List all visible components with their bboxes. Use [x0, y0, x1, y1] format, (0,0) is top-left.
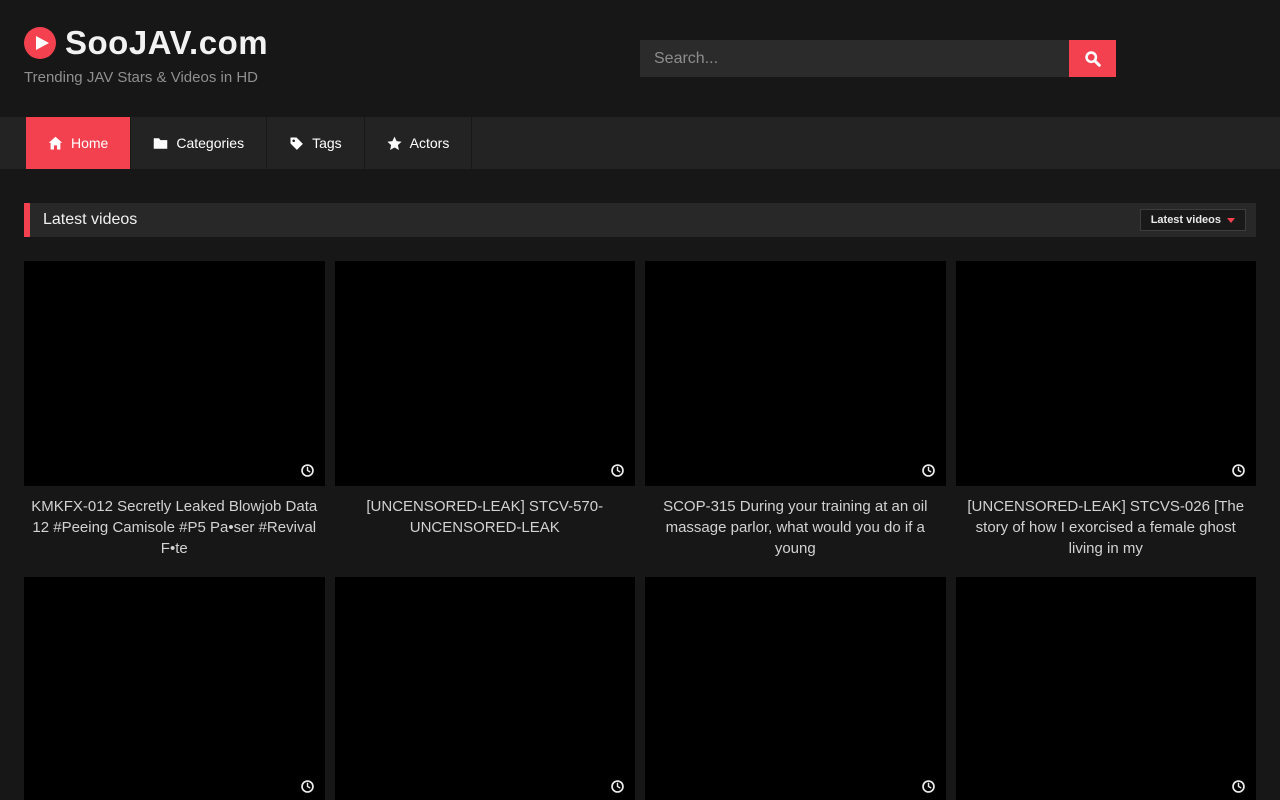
- clock-icon: [611, 780, 624, 793]
- video-title[interactable]: SCOP-315 During your training at an oil …: [645, 486, 946, 559]
- site-header: SooJAV.com Trending JAV Stars & Videos i…: [0, 0, 1280, 117]
- video-card[interactable]: [UNCENSORED-LEAK] MXGS-1296 Absolutely: [335, 577, 636, 800]
- star-icon: [387, 136, 402, 151]
- video-card[interactable]: SCOP-315 During your training at an oil …: [645, 261, 946, 559]
- clock-icon: [1232, 780, 1245, 793]
- video-card[interactable]: URSM-186 Girl @ Era Alice: [956, 577, 1257, 800]
- brand: SooJAV.com Trending JAV Stars & Videos i…: [24, 24, 268, 86]
- clock-icon: [301, 464, 314, 477]
- video-thumbnail[interactable]: [24, 261, 325, 486]
- brand-logo-link[interactable]: SooJAV.com: [24, 24, 268, 62]
- nav-item-label: Home: [71, 135, 108, 151]
- chevron-down-icon: [1227, 218, 1235, 223]
- video-thumbnail[interactable]: [335, 261, 636, 486]
- tag-icon: [289, 136, 304, 151]
- clock-icon: [922, 780, 935, 793]
- play-circle-icon: [24, 27, 56, 59]
- video-card[interactable]: [UNCENSORED-LEAK] STCVS-026 [The story o…: [956, 261, 1257, 559]
- nav-item-actors[interactable]: Actors: [365, 117, 473, 169]
- nav-item-label: Actors: [410, 135, 450, 151]
- search-input[interactable]: [640, 40, 1069, 77]
- video-thumbnail[interactable]: [24, 577, 325, 800]
- video-thumbnail[interactable]: [956, 577, 1257, 800]
- nav-item-label: Tags: [312, 135, 342, 151]
- video-card[interactable]: [UNCENSORED-LEAK] STCV-570-UNCENSORED-LE…: [335, 261, 636, 559]
- home-icon: [48, 136, 63, 151]
- folder-icon: [153, 136, 168, 151]
- video-title[interactable]: [UNCENSORED-LEAK] STCV-570-UNCENSORED-LE…: [335, 486, 636, 538]
- video-thumbnail[interactable]: [645, 577, 946, 800]
- search-icon: [1084, 50, 1101, 67]
- clock-icon: [1232, 464, 1245, 477]
- site-title[interactable]: SooJAV.com: [65, 24, 268, 62]
- video-grid: KMKFX-012 Secretly Leaked Blowjob Data 1…: [24, 261, 1256, 800]
- video-card[interactable]: [UNCENSORED-LEAK] MLA-231 [3 shots in: [645, 577, 946, 800]
- video-thumbnail[interactable]: [335, 577, 636, 800]
- main-nav: Home Categories Tags Actors: [0, 117, 1280, 169]
- video-title[interactable]: [UNCENSORED-LEAK] STCVS-026 [The story o…: [956, 486, 1257, 559]
- sort-dropdown-label: Latest videos: [1151, 214, 1221, 226]
- sort-dropdown[interactable]: Latest videos: [1140, 209, 1246, 231]
- video-thumbnail[interactable]: [645, 261, 946, 486]
- video-card[interactable]: KMKFX-012 Secretly Leaked Blowjob Data 1…: [24, 261, 325, 559]
- search-bar: [640, 40, 1116, 77]
- clock-icon: [301, 780, 314, 793]
- section-title: Latest videos: [43, 211, 137, 229]
- nav-item-label: Categories: [176, 135, 244, 151]
- video-card[interactable]: NAMH-042 H Cup Big Tits Newcomer (170cm …: [24, 577, 325, 800]
- nav-item-categories[interactable]: Categories: [131, 117, 267, 169]
- nav-item-home[interactable]: Home: [26, 117, 131, 169]
- main-content: Latest videos Latest videos KMKFX-012 Se…: [24, 203, 1256, 800]
- clock-icon: [922, 464, 935, 477]
- nav-item-tags[interactable]: Tags: [267, 117, 365, 169]
- video-thumbnail[interactable]: [956, 261, 1257, 486]
- search-button[interactable]: [1069, 40, 1116, 77]
- video-title[interactable]: KMKFX-012 Secretly Leaked Blowjob Data 1…: [24, 486, 325, 559]
- site-tagline: Trending JAV Stars & Videos in HD: [24, 69, 268, 86]
- section-header: Latest videos Latest videos: [24, 203, 1256, 237]
- clock-icon: [611, 464, 624, 477]
